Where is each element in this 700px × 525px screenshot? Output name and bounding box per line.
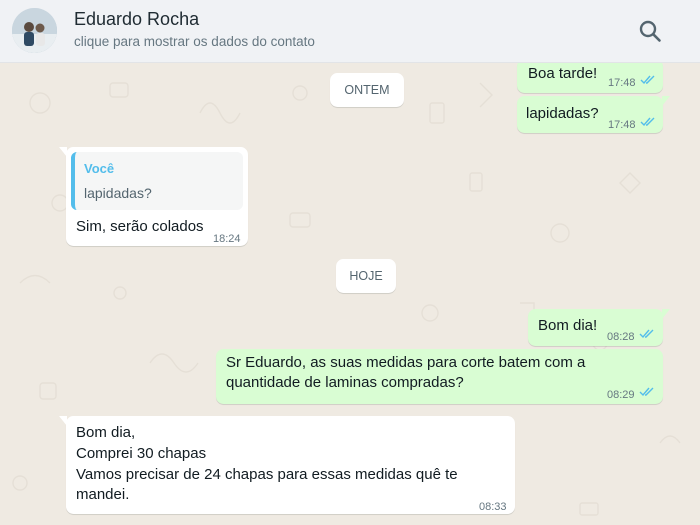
avatar[interactable] xyxy=(12,8,57,53)
quote-author: Você xyxy=(84,161,115,176)
chat-area[interactable]: Boa tarde! 17:48 lapidadas? 17:48 ONTEM … xyxy=(0,63,700,525)
message-text: Boa tarde! xyxy=(528,65,598,82)
message-outgoing[interactable]: Sr Eduardo, as suas medidas para corte b… xyxy=(216,349,663,404)
quoted-message[interactable]: Você lapidadas? xyxy=(71,152,243,210)
chat-header[interactable]: Eduardo Rocha clique para mostrar os dad… xyxy=(0,0,700,63)
message-time: 17:48 xyxy=(608,119,636,131)
quote-text: lapidadas? xyxy=(84,185,152,201)
message-outgoing[interactable]: Boa tarde! 17:48 xyxy=(517,63,663,93)
message-time: 18:24 xyxy=(213,233,241,245)
double-check-icon xyxy=(640,75,655,85)
message-line: Vamos precisar de 24 chapas para essas m… xyxy=(76,466,458,483)
message-time: 17:48 xyxy=(608,77,636,89)
date-separator: HOJE xyxy=(336,259,396,293)
message-incoming[interactable]: Você lapidadas? Sim, serão colados 18:24 xyxy=(59,147,248,246)
message-line: mandei. xyxy=(76,486,130,503)
message-time: 08:29 xyxy=(607,389,635,401)
message-incoming[interactable]: Bom dia, Comprei 30 chapas Vamos precisa… xyxy=(59,416,515,514)
message-text: lapidadas? xyxy=(526,105,599,122)
search-button[interactable] xyxy=(636,17,664,45)
message-text: Bom dia! xyxy=(538,317,598,334)
avatar-photo xyxy=(12,8,57,53)
contact-name[interactable]: Eduardo Rocha xyxy=(74,9,199,30)
message-time: 08:28 xyxy=(607,331,635,343)
date-separator: ONTEM xyxy=(330,73,404,107)
message-line: Comprei 30 chapas xyxy=(76,445,207,462)
search-icon xyxy=(639,20,661,42)
message-line: quantidade de laminas compradas? xyxy=(226,374,464,391)
message-time: 08:33 xyxy=(479,501,507,513)
contact-subtitle[interactable]: clique para mostrar os dados do contato xyxy=(74,34,315,49)
message-outgoing[interactable]: lapidadas? 17:48 xyxy=(517,96,670,133)
message-line: Sr Eduardo, as suas medidas para corte b… xyxy=(226,354,586,371)
message-line: Bom dia, xyxy=(76,424,136,441)
double-check-icon xyxy=(639,329,654,339)
double-check-icon xyxy=(640,117,655,127)
double-check-icon xyxy=(639,387,654,397)
message-text: Sim, serão colados xyxy=(76,218,204,235)
message-outgoing[interactable]: Bom dia! 08:28 xyxy=(528,309,670,346)
